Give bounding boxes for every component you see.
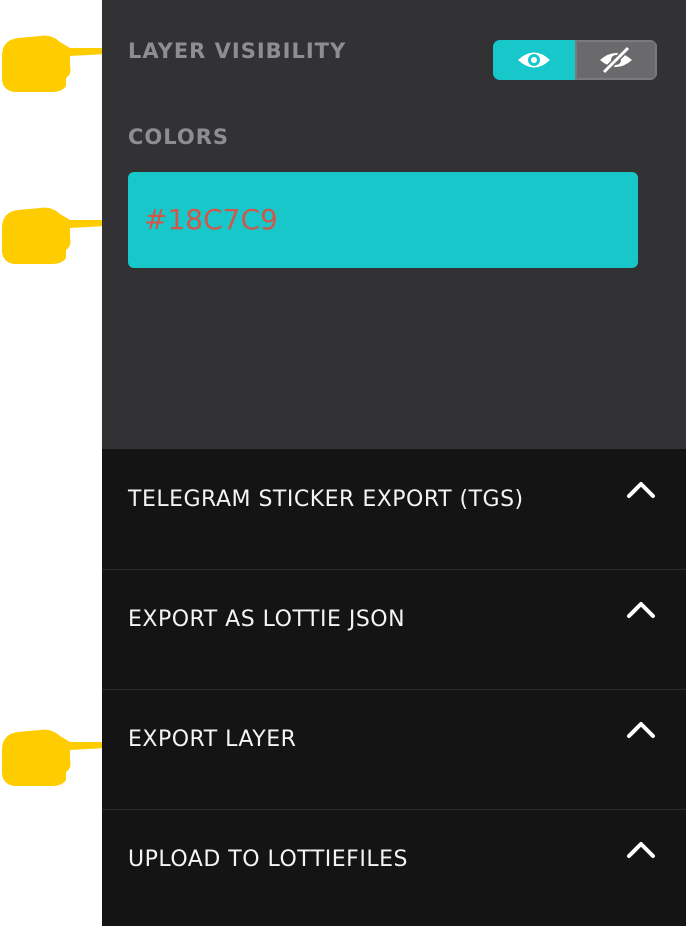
- color-swatch[interactable]: #18C7C9: [128, 172, 638, 268]
- pointing-hand-icon: [2, 207, 109, 264]
- pointing-hand-icon: [2, 729, 109, 786]
- chevron-up-icon[interactable]: [626, 719, 656, 739]
- chevron-up-icon[interactable]: [626, 839, 656, 859]
- color-hex-value: #18C7C9: [144, 203, 278, 236]
- properties-panel: LAYER VISIBILITY COLORS #18C7C9 TELEGRAM…: [102, 0, 686, 926]
- chevron-up-icon[interactable]: [626, 479, 656, 499]
- layer-settings-section: LAYER VISIBILITY COLORS #18C7C9: [102, 0, 686, 449]
- page: LAYER VISIBILITY COLORS #18C7C9 TELEGRAM…: [0, 0, 686, 926]
- chevron-up-icon[interactable]: [626, 599, 656, 619]
- export-section-label: UPLOAD TO LOTTIEFILES: [128, 847, 408, 872]
- layer-visibility-toggle[interactable]: [493, 40, 657, 80]
- colors-label: COLORS: [128, 125, 230, 149]
- export-section-label: EXPORT LAYER: [128, 727, 297, 752]
- eye-icon: [518, 52, 550, 68]
- export-section-label: TELEGRAM STICKER EXPORT (TGS): [128, 487, 524, 512]
- export-section-label: EXPORT AS LOTTIE JSON: [128, 607, 406, 632]
- show-layer-button[interactable]: [493, 40, 575, 80]
- eye-slash-icon: [600, 46, 632, 74]
- hide-layer-button[interactable]: [575, 40, 657, 80]
- pointing-hand-icon: [2, 35, 109, 92]
- export-section-telegram[interactable]: TELEGRAM STICKER EXPORT (TGS): [102, 449, 686, 570]
- export-section-lottie-json[interactable]: EXPORT AS LOTTIE JSON: [102, 569, 686, 690]
- layer-visibility-label: LAYER VISIBILITY: [128, 39, 347, 63]
- export-section-layer[interactable]: EXPORT LAYER: [102, 689, 686, 810]
- export-section-lottiefiles[interactable]: UPLOAD TO LOTTIEFILES: [102, 809, 686, 926]
